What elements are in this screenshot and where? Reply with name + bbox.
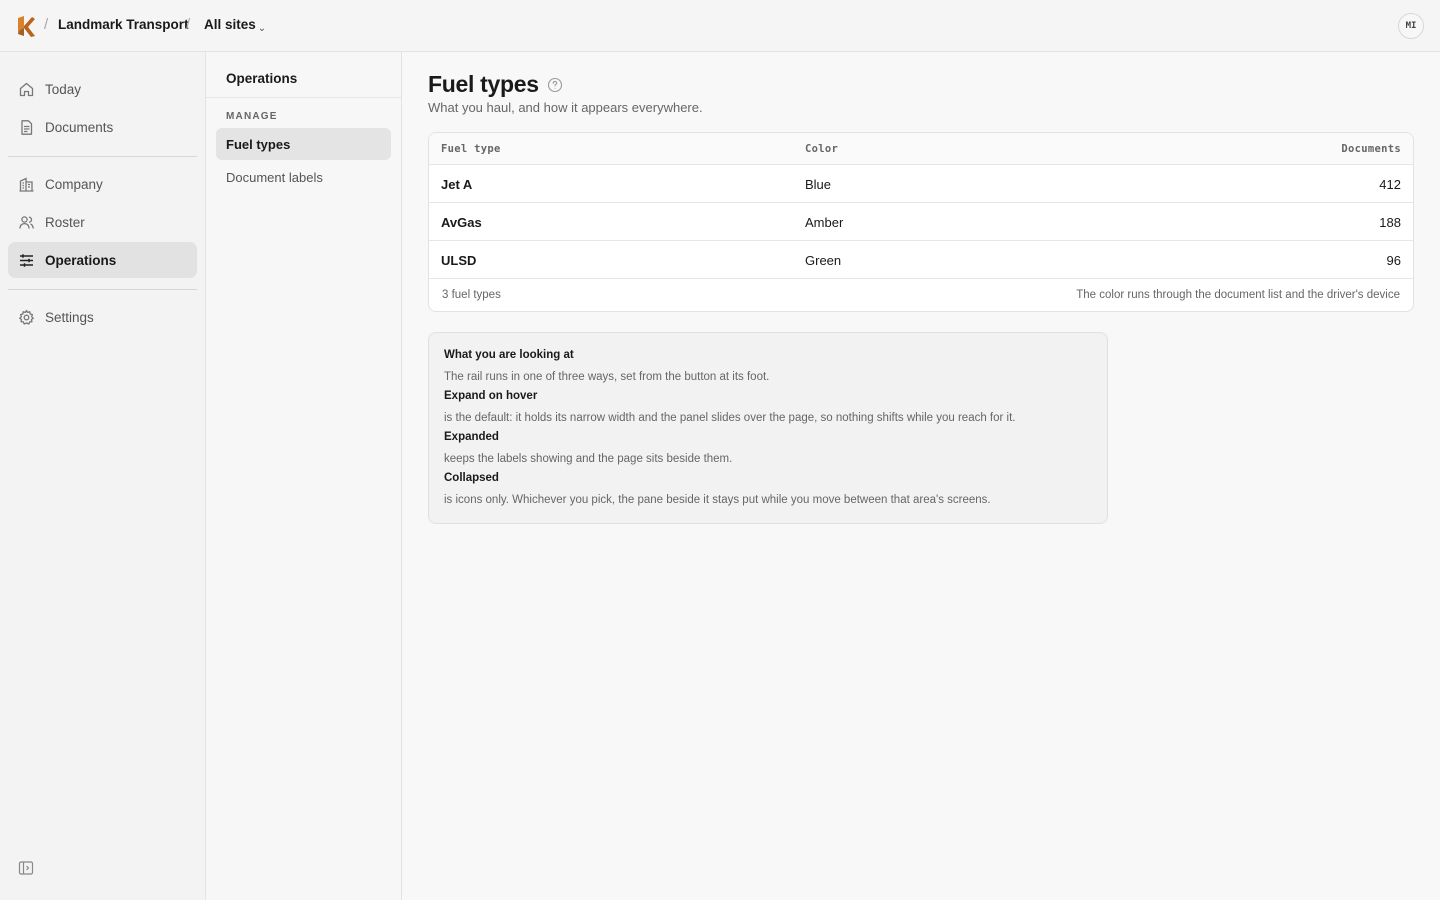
- fuel-type-documents: 96: [1386, 253, 1401, 268]
- fuel-type-color: Green: [805, 253, 842, 268]
- rail-mode-toggle-icon[interactable]: [18, 860, 34, 876]
- sidebar-item-label: Today: [45, 81, 82, 97]
- gear-icon: [17, 308, 35, 326]
- fuel-type-count: 3 fuel types: [442, 289, 501, 301]
- main-content: Fuel types What you haul, and how it app…: [402, 52, 1440, 900]
- table-footer-note: The color runs through the document list…: [1076, 289, 1400, 301]
- table-row[interactable]: ULSD Green 96: [429, 241, 1413, 279]
- subnav-item-fuel-types[interactable]: Fuel types: [216, 128, 391, 160]
- breadcrumb-separator: /: [44, 16, 49, 33]
- site-selector-label: All sites: [204, 17, 256, 32]
- column-header-color[interactable]: Color: [805, 143, 838, 155]
- divider: [8, 156, 197, 157]
- subnav-item-document-labels[interactable]: Document labels: [216, 161, 391, 193]
- sidebar-item-roster[interactable]: Roster: [8, 204, 197, 240]
- fuel-type-documents: 412: [1379, 177, 1401, 192]
- mode-desc-collapsed: is icons only. Whichever you pick, the p…: [444, 494, 991, 506]
- avatar[interactable]: MI: [1398, 13, 1424, 39]
- page-title: Fuel types: [428, 71, 539, 97]
- mode-desc-expanded: keeps the labels showing and the page si…: [444, 453, 733, 465]
- fuel-type-color: Amber: [805, 215, 844, 230]
- home-icon: [17, 80, 35, 98]
- site-selector[interactable]: All sites ⌄: [204, 17, 267, 34]
- building-icon: [17, 175, 35, 193]
- sidebar-item-label: Company: [45, 176, 103, 192]
- info-heading: What you are looking at: [444, 349, 574, 361]
- page-subtitle: What you haul, and how it appears everyw…: [428, 100, 703, 115]
- people-icon: [17, 213, 35, 231]
- top-bar: / Landmark Transport / All sites ⌄ MI: [0, 0, 1440, 52]
- sliders-icon: [17, 251, 35, 269]
- column-header-fuel-type[interactable]: Fuel type: [441, 143, 501, 155]
- sidebar-rail: Today Documents Company Roster Operation…: [0, 52, 206, 900]
- table-row[interactable]: AvGas Amber 188: [429, 203, 1413, 241]
- fuel-type-color: Blue: [805, 177, 832, 192]
- fuel-type-name: ULSD: [441, 253, 477, 268]
- mode-desc-expand-on-hover: is the default: it holds its narrow widt…: [444, 412, 1016, 424]
- fuel-type-name: Jet A: [441, 177, 473, 192]
- sidebar-item-company[interactable]: Company: [8, 166, 197, 202]
- document-icon: [17, 118, 35, 136]
- section-subnav: Operations MANAGE Fuel types Document la…: [206, 52, 402, 900]
- sidebar-item-label: Operations: [45, 252, 117, 268]
- sidebar-item-label: Documents: [45, 119, 114, 135]
- subnav-section-label: MANAGE: [226, 111, 278, 122]
- sidebar-item-today[interactable]: Today: [8, 71, 197, 107]
- sidebar-item-label: Settings: [45, 309, 94, 325]
- breadcrumb-separator: /: [186, 16, 191, 33]
- table-footer: 3 fuel types The color runs through the …: [429, 279, 1413, 311]
- sidebar-item-operations[interactable]: Operations: [8, 242, 197, 278]
- divider: [8, 289, 197, 290]
- breadcrumb-org[interactable]: Landmark Transport: [58, 17, 189, 32]
- chevron-down-icon: ⌄: [257, 23, 267, 34]
- mode-name-expand-on-hover: Expand on hover: [444, 390, 538, 402]
- sidebar-item-documents[interactable]: Documents: [8, 109, 197, 145]
- sidebar-item-label: Roster: [45, 214, 85, 230]
- column-header-documents[interactable]: Documents: [1341, 143, 1401, 155]
- info-intro: The rail runs in one of three ways, set …: [444, 371, 770, 383]
- fuel-type-documents: 188: [1379, 215, 1401, 230]
- help-icon[interactable]: [547, 77, 563, 93]
- company-logo-icon[interactable]: [15, 14, 37, 38]
- fuel-types-table: Fuel type Color Documents Jet A Blue 412…: [428, 132, 1414, 312]
- table-row[interactable]: Jet A Blue 412: [429, 165, 1413, 203]
- subnav-title: Operations: [206, 52, 401, 98]
- fuel-type-name: AvGas: [441, 215, 482, 230]
- info-panel: What you are looking at The rail runs in…: [428, 332, 1108, 524]
- mode-name-collapsed: Collapsed: [444, 472, 499, 484]
- mode-name-expanded: Expanded: [444, 431, 499, 443]
- sidebar-item-settings[interactable]: Settings: [8, 299, 197, 335]
- table-header: Fuel type Color Documents: [429, 133, 1413, 165]
